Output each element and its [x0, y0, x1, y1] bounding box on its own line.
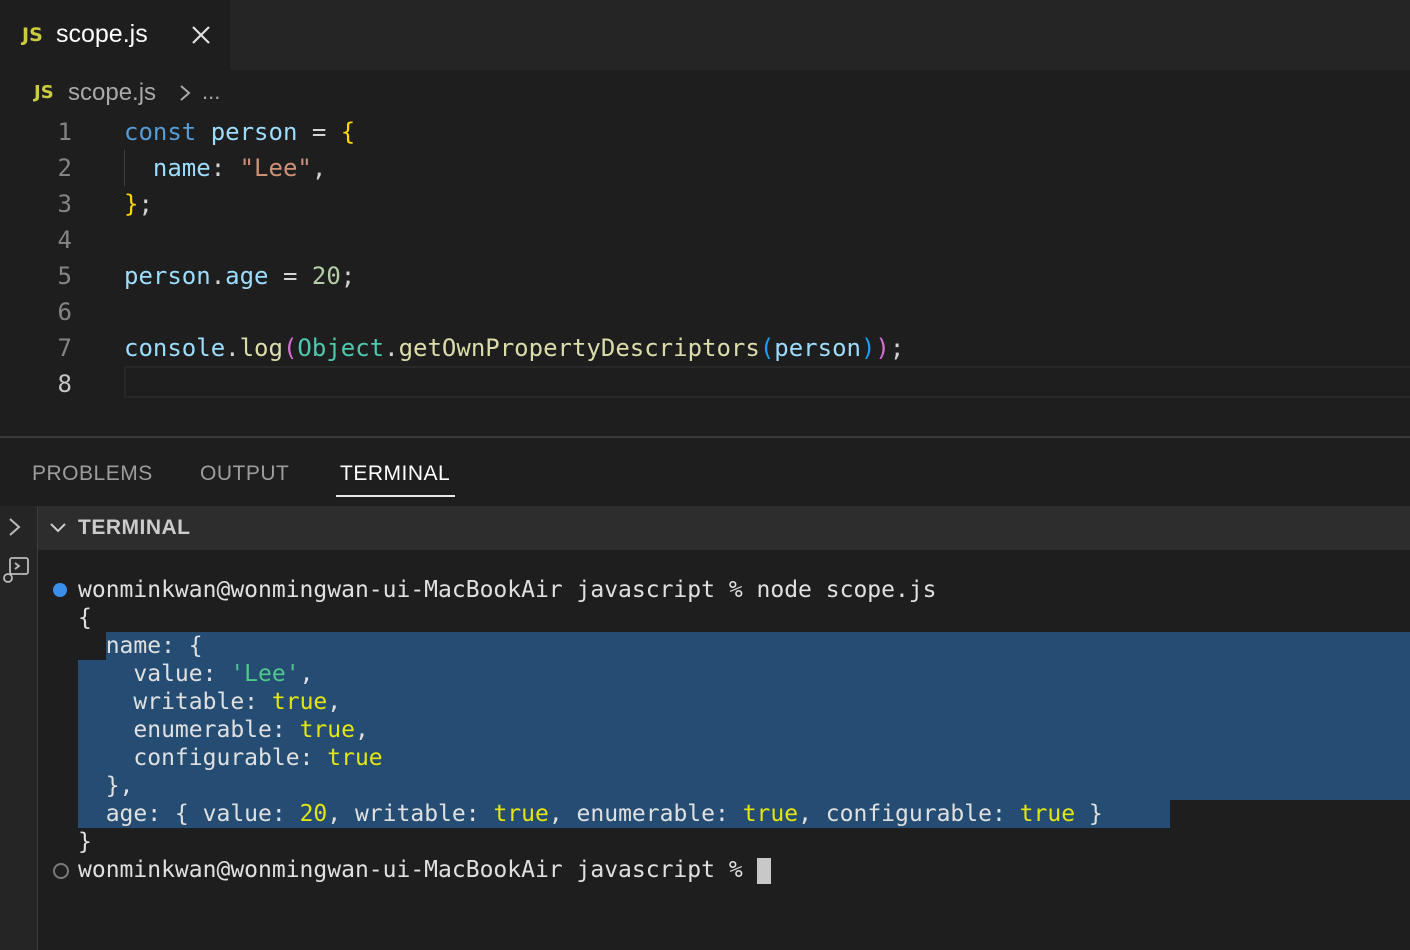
panel-tabs: PROBLEMS OUTPUT TERMINAL: [0, 438, 1410, 506]
chevron-down-icon: [50, 523, 66, 533]
terminal-output-line: configurable: true: [78, 745, 383, 771]
terminal-prompt: wonminkwan@wonmingwan-ui-MacBookAir java…: [78, 857, 757, 883]
code-line[interactable]: 8: [0, 366, 1410, 402]
terminal-output-line: age: { value: 20, writable: true, enumer…: [78, 801, 1103, 827]
code-line[interactable]: 7 console.log(Object.getOwnPropertyDescr…: [0, 330, 1410, 366]
breadcrumb-more[interactable]: ...: [202, 79, 220, 105]
terminal-sidebar: [0, 506, 38, 950]
active-tab-indicator: [336, 495, 455, 497]
terminal-output-line: {: [78, 605, 92, 631]
line-number: 1: [57, 118, 72, 146]
code-line[interactable]: 2 name: "Lee",: [0, 150, 1410, 186]
terminal-output-line: },: [78, 773, 134, 799]
terminal-command-line: wonminkwan@wonmingwan-ui-MacBookAir java…: [78, 576, 937, 604]
chevron-right-icon: [180, 85, 191, 101]
breadcrumb-file[interactable]: scope.js: [68, 79, 156, 107]
line-number: 2: [57, 154, 72, 182]
breadcrumb: JS scope.js ...: [0, 70, 1410, 116]
terminal-prompt-line: wonminkwan@wonmingwan-ui-MacBookAir java…: [78, 856, 771, 884]
terminal-output[interactable]: wonminkwan@wonmingwan-ui-MacBookAir java…: [38, 550, 1410, 950]
close-icon[interactable]: [190, 24, 212, 46]
terminal-output-line: value: 'Lee',: [78, 661, 314, 687]
terminal-command: node scope.js: [756, 577, 937, 603]
line-number: 7: [57, 334, 72, 362]
code-line[interactable]: 4: [0, 222, 1410, 258]
js-file-icon: JS: [22, 24, 43, 46]
code-editor[interactable]: 1 const person = { 2 name: "Lee", 3 }; 4…: [0, 114, 1410, 436]
line-number: 8: [57, 370, 72, 398]
code-text: person.age = 20;: [124, 262, 356, 290]
code-text: name: "Lee",: [152, 154, 327, 182]
terminal-cursor: [756, 857, 771, 884]
tab-terminal[interactable]: TERMINAL: [340, 462, 450, 486]
code-text: const person = {: [124, 118, 356, 146]
line-number: 3: [57, 190, 72, 218]
js-file-icon: JS: [34, 82, 54, 103]
chevron-right-icon[interactable]: [6, 516, 24, 538]
terminal-header-label: TERMINAL: [78, 516, 191, 539]
tab-scope-js[interactable]: JS scope.js: [0, 0, 230, 70]
terminal-output-line: enumerable: true,: [78, 717, 369, 743]
tab-label: scope.js: [56, 20, 148, 48]
code-line[interactable]: 1 const person = {: [0, 114, 1410, 150]
code-line[interactable]: 6: [0, 294, 1410, 330]
tab-output[interactable]: OUTPUT: [200, 462, 289, 486]
code-text: };: [124, 190, 153, 218]
terminal-output-line: }: [78, 829, 92, 855]
terminal-icon[interactable]: [2, 554, 32, 586]
code-line[interactable]: 5 person.age = 20;: [0, 258, 1410, 294]
terminal-prompt: wonminkwan@wonmingwan-ui-MacBookAir java…: [78, 577, 757, 603]
line-number: 5: [57, 262, 72, 290]
terminal-output-line: writable: true,: [78, 689, 342, 715]
code-text: console.log(Object.getOwnPropertyDescrip…: [124, 334, 905, 362]
editor-tab-bar: JS scope.js: [0, 0, 1410, 70]
command-success-dot[interactable]: [53, 583, 67, 597]
tab-problems[interactable]: PROBLEMS: [32, 462, 153, 486]
command-pending-dot[interactable]: [53, 863, 69, 879]
code-line[interactable]: 3 };: [0, 186, 1410, 222]
selection-highlight: [106, 632, 1410, 660]
terminal-section-header[interactable]: TERMINAL: [38, 506, 1410, 550]
line-number: 4: [57, 226, 72, 254]
terminal-output-line: name: {: [78, 633, 203, 659]
line-number: 6: [57, 298, 72, 326]
